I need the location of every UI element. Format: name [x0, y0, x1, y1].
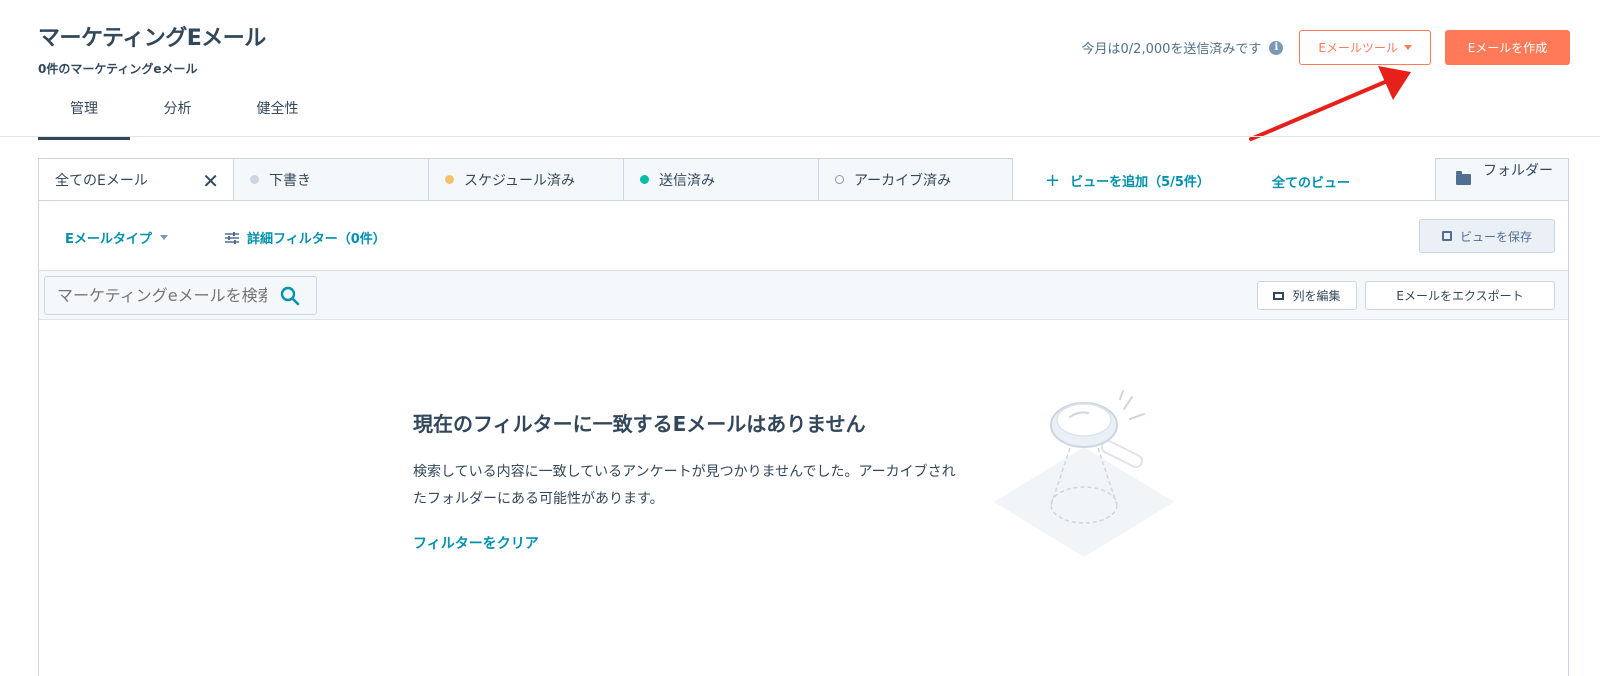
tab-divider: [0, 136, 1600, 137]
edit-columns-button[interactable]: 列を編集: [1257, 281, 1357, 310]
send-count-text: 今月は0/2,000を送信済みです: [1081, 42, 1262, 57]
tab-manage[interactable]: 管理: [38, 98, 130, 140]
all-views-link[interactable]: 全てのビュー: [1272, 172, 1350, 191]
status-dot-icon: [445, 175, 454, 184]
add-view-label: ビューを追加（5/5件）: [1070, 175, 1210, 190]
email-type-filter[interactable]: Eメールタイプ: [65, 228, 168, 247]
main-tabs: 管理 分析 健全性: [38, 98, 330, 140]
folder-label: フォルダー: [1483, 162, 1553, 179]
empty-state-title: 現在のフィルターに一致するEメールはありません: [413, 412, 866, 436]
search-box[interactable]: [44, 276, 317, 315]
view-tab-archived[interactable]: アーカイブ済み: [818, 158, 1013, 201]
add-view-button[interactable]: + ビューを追加（5/5件）: [1045, 170, 1210, 191]
advanced-filter-label: 詳細フィルター（0件）: [247, 232, 386, 247]
page-header: マーケティングEメール 0件のマーケティングeメール: [38, 20, 266, 77]
empty-state: 現在のフィルターに一致するEメールはありません 検索している内容に一致しているア…: [413, 408, 973, 553]
close-icon[interactable]: ✕: [202, 169, 219, 193]
view-tab-label: 全てのEメール: [55, 172, 148, 189]
empty-state-description: 検索している内容に一致しているアンケートが見つかりませんでした。アーカイブされた…: [413, 464, 956, 507]
view-tab-label: スケジュール済み: [464, 172, 576, 189]
email-tools-button[interactable]: Eメールツール: [1299, 30, 1431, 65]
email-type-label: Eメールタイプ: [65, 232, 152, 247]
table-toolbar: 列を編集 Eメールをエクスポート: [39, 271, 1568, 320]
info-icon[interactable]: i: [1269, 40, 1284, 55]
magnifier-illustration-icon: [994, 390, 1174, 557]
view-tab-label: 送信済み: [659, 172, 715, 189]
page-title: マーケティングEメール: [38, 26, 266, 51]
caret-down-icon: [1404, 45, 1412, 50]
edit-columns-label: 列を編集: [1292, 289, 1341, 303]
columns-icon: [1273, 291, 1285, 300]
tab-health[interactable]: 健全性: [225, 98, 330, 140]
view-tab-drafts[interactable]: 下書き: [233, 158, 428, 201]
send-count: 今月は0/2,000を送信済みです i: [1082, 38, 1284, 57]
email-tools-label: Eメールツール: [1318, 41, 1398, 55]
view-tab-scheduled[interactable]: スケジュール済み: [428, 158, 623, 201]
advanced-filter-button[interactable]: 詳細フィルター（0件）: [225, 228, 386, 247]
sliders-icon: [225, 231, 239, 244]
view-tab-all-emails[interactable]: 全てのEメール ✕: [38, 158, 233, 201]
save-view-label: ビューを保存: [1459, 229, 1532, 244]
caret-down-icon: [159, 235, 168, 240]
clear-filters-link[interactable]: フィルターをクリア: [413, 533, 539, 553]
view-tab-sent[interactable]: 送信済み: [623, 158, 818, 201]
save-view-button[interactable]: ビューを保存: [1419, 219, 1555, 253]
export-emails-button[interactable]: Eメールをエクスポート: [1365, 281, 1555, 310]
annotation-arrow-icon: [1249, 66, 1411, 141]
status-dot-icon: [640, 175, 649, 184]
folder-tab[interactable]: フォルダー: [1435, 158, 1569, 201]
header-actions: 今月は0/2,000を送信済みです i Eメールツール Eメールを作成: [1082, 30, 1570, 65]
email-list-panel: Eメールタイプ 詳細フィルター（0件） ビューを保存 マーケティングeメールを検…: [38, 200, 1569, 676]
filter-row: Eメールタイプ 詳細フィルター（0件） ビューを保存: [39, 201, 1568, 271]
view-tabs: 全てのEメール ✕ 下書き スケジュール済み 送信済み アーカイブ済み: [38, 158, 1013, 201]
view-tab-label: 下書き: [269, 172, 311, 189]
folder-icon: [1456, 171, 1471, 185]
tab-analyze[interactable]: 分析: [130, 98, 225, 140]
status-dot-icon: [250, 175, 259, 184]
search-icon[interactable]: [280, 286, 300, 306]
plus-icon: +: [1045, 170, 1061, 191]
view-tab-label: アーカイブ済み: [854, 172, 952, 189]
search-input[interactable]: [57, 286, 267, 305]
page-subtitle: 0件のマーケティングeメール: [38, 62, 198, 76]
create-email-button[interactable]: Eメールを作成: [1445, 30, 1570, 65]
save-icon: [1441, 231, 1452, 241]
status-dot-icon: [835, 175, 844, 184]
